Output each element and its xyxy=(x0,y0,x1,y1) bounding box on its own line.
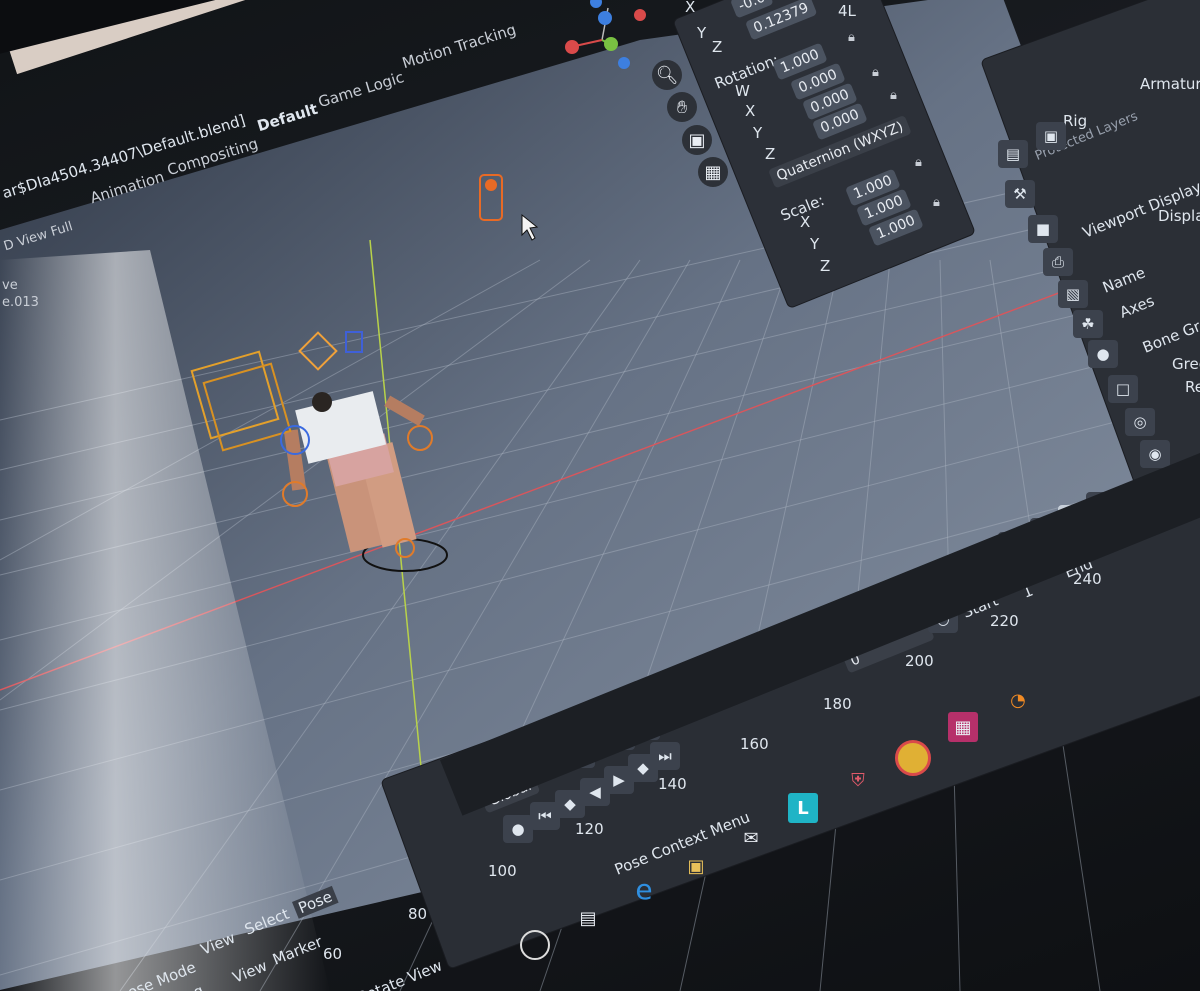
rot-y-label: Y xyxy=(753,124,763,142)
world-icon[interactable]: ● xyxy=(1088,340,1118,368)
chrome-icon[interactable] xyxy=(895,740,931,776)
object-icon[interactable]: □ xyxy=(1108,375,1138,403)
tick-80: 80 xyxy=(408,905,428,923)
tool-settings-icon[interactable]: ⚒ xyxy=(1005,180,1035,208)
lock-rotation-z-icon[interactable]: 🔒︎ xyxy=(915,155,922,170)
scale-x-label: X xyxy=(800,213,811,231)
tick-240: 240 xyxy=(1073,570,1102,588)
edge-icon[interactable]: e xyxy=(628,873,660,906)
bone-group-green[interactable]: Gree xyxy=(1172,355,1200,373)
rig-object-icon[interactable]: ▣ xyxy=(1036,122,1066,150)
jump-end-icon[interactable]: ⏭ xyxy=(650,742,680,770)
scale-y-label: Y xyxy=(810,235,820,253)
rig-label: Rig xyxy=(1063,112,1088,130)
hand-pan-icon[interactable]: ✋︎ xyxy=(667,92,697,122)
rot-w-label: W xyxy=(735,82,750,100)
rot-z-label: Z xyxy=(765,145,776,163)
winrar-icon[interactable]: ▦ xyxy=(948,712,978,742)
tick-180: 180 xyxy=(823,695,852,713)
view-layer-icon[interactable]: ▧ xyxy=(1058,280,1088,308)
record-icon[interactable]: ● xyxy=(503,815,533,843)
lock-rotation-x-icon[interactable]: 🔒︎ xyxy=(890,88,897,103)
scale-z-label: Z xyxy=(820,257,831,275)
render-icon[interactable]: ■ xyxy=(1028,215,1058,243)
lock-icon[interactable]: 🔒︎ xyxy=(848,30,855,45)
tick-60: 60 xyxy=(323,945,343,963)
lock-rotation-w-icon[interactable]: 🔒︎ xyxy=(872,65,879,80)
l-app-icon[interactable]: L xyxy=(788,793,818,823)
tick-100: 100 xyxy=(488,862,517,880)
camera-view-icon[interactable]: ▣ xyxy=(682,125,712,155)
mail-icon[interactable]: ✉ xyxy=(735,822,767,854)
lock-4l-text: 4L xyxy=(838,2,856,20)
photo-of-monitor: ar$DIa4504.34407\Default.blend] Animatio… xyxy=(0,0,1200,991)
blender-icon[interactable]: ◔ xyxy=(1003,685,1033,715)
tick-200: 200 xyxy=(905,652,934,670)
tick-120: 120 xyxy=(575,820,604,838)
zoom-icon[interactable]: 🔍︎ xyxy=(652,60,682,90)
search-circle-icon[interactable] xyxy=(520,930,550,960)
file-explorer-icon[interactable]: ▣ xyxy=(680,850,712,882)
physics-icon[interactable]: ◉ xyxy=(1140,440,1170,468)
display-label: Display xyxy=(1158,207,1200,225)
loc-x-label: X xyxy=(685,0,696,16)
modifier-icon[interactable]: ◎ xyxy=(1125,408,1155,436)
rot-x-label: X xyxy=(745,102,756,120)
output-icon[interactable]: ⎙ xyxy=(1043,248,1073,276)
tick-160: 160 xyxy=(740,735,769,753)
shield-app-icon[interactable]: ⛨ xyxy=(843,765,873,795)
loc-y-label: Y xyxy=(697,24,707,42)
grid-view-icon[interactable]: ▦ xyxy=(698,157,728,187)
armature-label: Armature xyxy=(1140,75,1200,93)
scene-icon[interactable]: ☘ xyxy=(1073,310,1103,338)
task-view-icon[interactable]: ▤ xyxy=(575,905,601,931)
tick-140: 140 xyxy=(658,775,687,793)
lock-scale-icon[interactable]: 🔒︎ xyxy=(933,195,940,210)
editor-type-icon[interactable]: ▤ xyxy=(998,140,1028,168)
bone-group-red[interactable]: Re xyxy=(1185,378,1200,396)
left-fragment-name: e.013 xyxy=(2,295,39,310)
tick-220: 220 xyxy=(990,612,1019,630)
left-fragment-ve: ve xyxy=(2,278,18,293)
loc-z-label: Z xyxy=(712,38,723,56)
